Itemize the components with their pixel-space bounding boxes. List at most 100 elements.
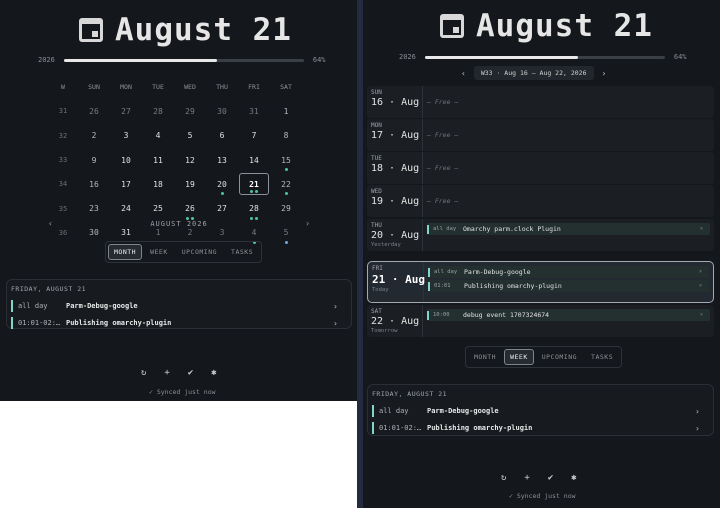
add-icon[interactable]: + [164, 368, 169, 378]
day-cell[interactable]: 3 [110, 124, 142, 148]
day-cell[interactable]: 26 [78, 99, 110, 123]
chevron-right-icon[interactable]: › [333, 302, 351, 311]
day-cell[interactable]: 25 [142, 196, 174, 220]
day-cell[interactable]: 6 [206, 124, 238, 148]
tab-tasks[interactable]: TASKS [585, 349, 619, 365]
action-bar: ↻ + ✔ ✱ [501, 473, 577, 483]
sync-status: ✓ Synced just now [149, 388, 216, 396]
check-icon[interactable]: ✔ [188, 368, 193, 378]
month-nav: ‹ AUGUST 2026 › [48, 219, 310, 228]
day-cell-today[interactable]: 21 [239, 173, 269, 196]
week-event[interactable]: all day Omarchy parm.clock Plugin × [427, 223, 710, 235]
day-cell[interactable]: 28 [238, 196, 270, 220]
day-number: 7 [251, 131, 257, 141]
prev-week-button[interactable]: ‹ [461, 69, 466, 78]
day-cell[interactable]: 12 [174, 148, 206, 172]
relative-day-label: Tomorrow [371, 328, 398, 334]
day-number: 31 [121, 228, 131, 238]
tab-week[interactable]: WEEK [504, 349, 534, 365]
event-row[interactable]: all day Parm-Debug-google › [372, 403, 713, 419]
day-cell[interactable]: 27 [110, 99, 142, 123]
week-day-date: TUE 18 · Aug [367, 152, 423, 184]
add-icon[interactable]: + [524, 473, 529, 483]
day-cell[interactable]: 14 [238, 148, 270, 172]
tab-week[interactable]: WEEK [144, 244, 174, 260]
day-cell[interactable]: 7 [238, 124, 270, 148]
week-day-row[interactable]: TUE 18 · Aug — Free — [367, 152, 714, 184]
day-number: 24 [121, 204, 131, 214]
week-day-row[interactable]: THU 20 · Aug Yesterday all day Omarchy parm.… [367, 219, 714, 251]
day-cell[interactable]: 18 [142, 172, 174, 196]
week-event[interactable]: all day Parm-Debug-google × [428, 266, 709, 278]
prev-month-button[interactable]: ‹ [48, 219, 53, 228]
tab-month[interactable]: MONTH [468, 349, 502, 365]
day-cell[interactable]: 24 [110, 196, 142, 220]
close-icon[interactable]: × [699, 269, 709, 275]
chevron-right-icon[interactable]: › [695, 424, 713, 433]
week-day-row[interactable]: FRI 21 · Aug Today all day Parm-Debug-google… [367, 261, 714, 303]
settings-icon[interactable]: ✱ [211, 368, 216, 378]
day-cell[interactable]: 1 [270, 99, 302, 123]
next-week-button[interactable]: › [602, 69, 607, 78]
chevron-right-icon[interactable]: › [333, 319, 351, 328]
day-cell[interactable]: 11 [142, 148, 174, 172]
day-cell[interactable]: 20 [206, 172, 238, 196]
day-number: 22 [281, 179, 291, 189]
day-cell[interactable]: 19 [174, 172, 206, 196]
day-cell[interactable]: 10 [110, 148, 142, 172]
day-date: 18 · Aug [371, 163, 420, 174]
tab-upcoming[interactable]: UPCOMING [176, 244, 223, 260]
day-cell[interactable]: 13 [206, 148, 238, 172]
week-day-row[interactable]: WED 19 · Aug — Free — [367, 185, 714, 217]
week-day-row[interactable]: SAT 22 · Aug Tomorrow 10:00 debug event 1707… [367, 305, 714, 337]
tab-tasks[interactable]: TASKS [225, 244, 259, 260]
day-number: 25 [153, 204, 163, 214]
day-cell[interactable]: 4 [142, 124, 174, 148]
week-day-events: — Free — [423, 185, 714, 217]
day-cell[interactable]: 5 [174, 124, 206, 148]
event-row[interactable]: all day Parm-Debug-google › [11, 298, 351, 314]
day-cell[interactable]: 28 [142, 99, 174, 123]
event-row[interactable]: 01:01-02:… Publishing omarchy-plugin › [11, 315, 351, 331]
sync-icon[interactable]: ↻ [141, 368, 146, 378]
tab-month[interactable]: MONTH [108, 244, 143, 260]
day-number: 2 [91, 131, 97, 141]
free-label: — Free — [427, 131, 459, 139]
week-event[interactable]: 01:01 Publishing omarchy-plugin × [428, 280, 709, 292]
event-row[interactable]: 01:01-02:… Publishing omarchy-plugin › [372, 420, 713, 436]
event-color-bar [11, 317, 13, 329]
day-cell[interactable]: 29 [174, 99, 206, 123]
day-cell[interactable]: 31 [238, 99, 270, 123]
next-month-button[interactable]: › [305, 219, 310, 228]
week-number: 31 [58, 107, 68, 116]
week-day-row[interactable]: SUN 16 · Aug — Free — [367, 86, 714, 118]
day-cell[interactable]: 15 [270, 148, 302, 172]
page-title: August 21 [115, 12, 292, 48]
view-tabs: MONTH WEEK UPCOMING TASKS [465, 346, 623, 368]
close-icon[interactable]: × [700, 226, 710, 232]
check-icon[interactable]: ✔ [548, 473, 553, 483]
settings-icon[interactable]: ✱ [571, 473, 576, 483]
day-cell[interactable]: 22 [270, 172, 302, 196]
event-color-bar [427, 310, 429, 320]
day-cell[interactable]: 23 [78, 196, 110, 220]
day-cell[interactable]: 30 [206, 99, 238, 123]
day-events-card: FRIDAY, AUGUST 21 all day Parm-Debug-goo… [367, 384, 714, 436]
day-date: 19 · Aug [371, 196, 420, 207]
week-event[interactable]: 10:00 debug event 1707324674 × [427, 309, 710, 321]
tab-upcoming[interactable]: UPCOMING [536, 349, 583, 365]
close-icon[interactable]: × [700, 312, 710, 318]
day-cell[interactable]: 16 [78, 172, 110, 196]
sync-icon[interactable]: ↻ [501, 473, 506, 483]
day-cell[interactable]: 26 [174, 196, 206, 220]
day-number: 30 [217, 106, 227, 116]
day-cell[interactable]: 27 [206, 196, 238, 220]
day-cell[interactable]: 9 [78, 148, 110, 172]
day-cell[interactable]: 8 [270, 124, 302, 148]
day-cell[interactable]: 29 [270, 196, 302, 220]
close-icon[interactable]: × [699, 283, 709, 289]
day-cell[interactable]: 2 [78, 124, 110, 148]
week-day-row[interactable]: MON 17 · Aug — Free — [367, 119, 714, 151]
chevron-right-icon[interactable]: › [695, 407, 713, 416]
day-cell[interactable]: 17 [110, 172, 142, 196]
